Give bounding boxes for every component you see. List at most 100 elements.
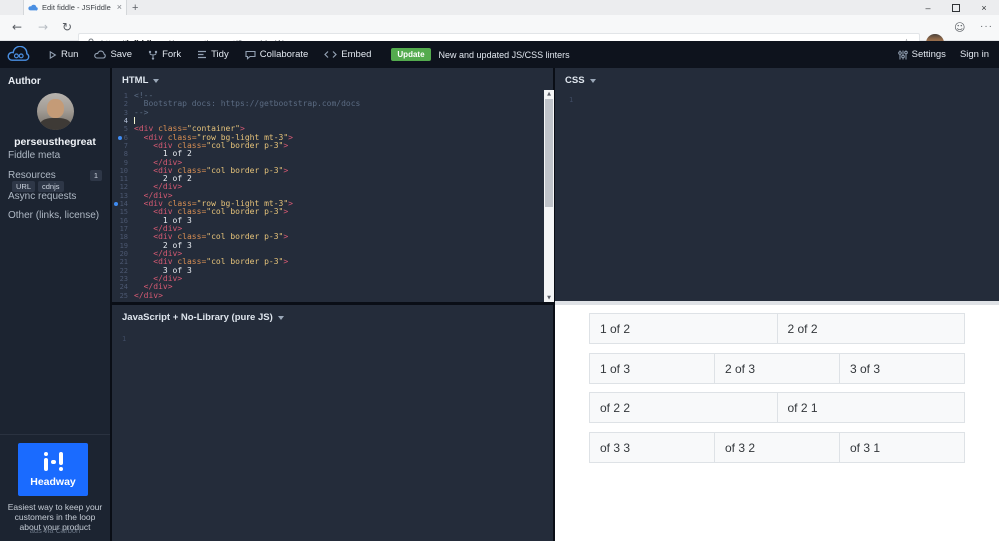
tab-title: Edit fiddle - JSFiddle — [42, 3, 111, 12]
line-number: 24 — [119, 283, 128, 292]
html-panel-label: HTML — [122, 75, 149, 86]
tidy-button[interactable]: Tidy — [197, 49, 229, 60]
forward-button-icon[interactable]: → — [38, 20, 48, 34]
sidebar-item-other[interactable]: Other (links, license) — [0, 210, 110, 221]
result-grid: 1 of 22 of 2 1 of 32 of 33 of 3 of 2 2 of 2… — [589, 313, 965, 471]
line-number: 1 — [123, 92, 128, 100]
line-number: 3 — [123, 108, 128, 117]
embed-button[interactable]: Embed — [324, 49, 371, 60]
code-line: 2 Bootstrap docs: https://getbootstrap.c… — [112, 100, 543, 109]
line-number: 18 — [119, 233, 128, 242]
collaborate-button[interactable]: Collaborate — [245, 49, 308, 60]
line-number: 11 — [119, 175, 128, 184]
html-panel-dropdown-icon[interactable] — [153, 79, 160, 83]
author-avatar[interactable] — [36, 93, 74, 130]
feedback-smiley-icon[interactable]: ☺ — [954, 21, 965, 34]
js-panel-dropdown-icon[interactable] — [277, 316, 284, 320]
update-badge[interactable]: Update — [391, 48, 431, 61]
grid-cell: of 2 1 — [776, 392, 965, 423]
line-number: 14 — [112, 200, 134, 208]
grid-cell: 3 of 3 — [839, 352, 965, 384]
line-number: 20 — [119, 249, 128, 258]
html-editor-panel[interactable]: HTML 1 <!-- 2 Bootstrap docs: https://getb… — [112, 68, 553, 302]
fork-button[interactable]: Fork — [148, 49, 181, 60]
sign-in-button[interactable]: Sign in — [960, 49, 989, 60]
line-number: 16 — [119, 216, 128, 225]
browser-menu-dots-icon[interactable]: ··· — [980, 21, 993, 32]
ad-carbon-note[interactable]: ads via Carbon — [0, 526, 110, 535]
html-editor-scrollbar[interactable]: ▲ ▼ — [544, 90, 554, 302]
result-splitter-handle[interactable] — [555, 301, 999, 305]
line-number: 21 — [119, 258, 128, 267]
browser-tab[interactable]: Edit fiddle - JSFiddle × — [23, 0, 127, 15]
line-number: 23 — [119, 274, 128, 283]
jsfiddle-logo-icon[interactable] — [6, 45, 32, 64]
line-number: 5 — [123, 125, 128, 134]
code-line: 24 </div> — [112, 283, 543, 292]
close-window-button[interactable]: × — [977, 3, 991, 13]
tab-close-icon[interactable]: × — [117, 3, 122, 12]
line-number: 13 — [119, 191, 128, 200]
line-number: 22 — [119, 266, 128, 275]
grid-cell: of 3 3 — [589, 431, 715, 463]
sidebar-divider — [0, 434, 110, 435]
sidebar-item-async-requests[interactable]: Async requests — [0, 191, 110, 202]
settings-sliders-icon — [897, 50, 908, 59]
result-row: 1 of 22 of 2 — [589, 313, 965, 344]
js-editor-panel[interactable]: JavaScript + No-Library (pure JS) 1 — [112, 305, 553, 541]
line-marker-dot-icon — [117, 135, 122, 140]
embed-code-icon — [324, 51, 338, 58]
code-line: 25 </div> — [112, 291, 543, 300]
js-line-number: 1 — [122, 335, 127, 343]
refresh-button-icon[interactable]: ↻ — [62, 20, 72, 34]
line-number: 15 — [119, 208, 128, 217]
tidy-lines-icon — [198, 50, 207, 59]
line-number: 10 — [119, 166, 128, 175]
update-news-text[interactable]: New and updated JS/CSS linters — [439, 50, 570, 60]
save-button[interactable]: Save — [94, 49, 132, 60]
new-tab-button[interactable]: + — [132, 2, 138, 14]
grid-cell: 1 of 2 — [589, 313, 778, 344]
jsfiddle-toolbar: Run Save Fork Tidy Collaborate Embed Upd… — [0, 41, 999, 68]
back-button-icon[interactable]: ← — [12, 20, 22, 34]
css-line-number: 1 — [569, 96, 574, 104]
grid-cell: 2 of 3 — [714, 352, 840, 384]
result-row: 1 of 32 of 33 of 3 — [589, 352, 965, 384]
scroll-up-arrow-icon[interactable]: ▲ — [544, 90, 554, 98]
result-row: of 2 2 of 2 1 — [589, 392, 965, 423]
headway-ad[interactable]: Headway — [18, 443, 88, 496]
css-panel-label: CSS — [565, 75, 585, 86]
minimize-button[interactable]: – — [921, 3, 935, 13]
js-panel-label: JavaScript + No-Library (pure JS) — [122, 312, 273, 323]
author-heading: Author — [8, 76, 41, 87]
browser-titlebar: Edit fiddle - JSFiddle × + – × — [0, 0, 999, 15]
jsfiddle-favicon-cloud-icon — [28, 4, 38, 11]
grid-cell: of 3 1 — [839, 431, 965, 463]
run-play-icon — [49, 50, 57, 59]
sidebar-item-fiddle-meta[interactable]: Fiddle meta — [0, 150, 110, 161]
maximize-button[interactable] — [952, 3, 960, 12]
settings-button[interactable]: Settings — [897, 49, 946, 60]
line-number: 17 — [119, 225, 128, 233]
headway-logo-icon — [43, 452, 63, 472]
line-number: 19 — [119, 241, 128, 250]
line-number: 7 — [123, 141, 128, 150]
scrollbar-thumb[interactable] — [545, 99, 553, 207]
line-number: 2 — [123, 100, 128, 109]
line-number: 4 — [123, 116, 128, 125]
result-row: of 3 3 of 3 2 of 3 1 — [589, 431, 965, 463]
grid-cell: of 3 2 — [714, 431, 840, 463]
sidebar-item-resources[interactable]: Resources URL cdnjs 1 — [0, 170, 110, 192]
save-cloud-icon — [94, 50, 107, 59]
line-number: 25 — [119, 291, 128, 300]
result-panel: 1 of 22 of 2 1 of 32 of 33 of 3 of 2 2 of 2… — [555, 301, 999, 541]
scroll-down-arrow-icon[interactable]: ▼ — [544, 294, 554, 302]
line-number: 6 — [112, 134, 134, 142]
line-number: 12 — [119, 183, 128, 192]
css-editor-panel[interactable]: CSS 1 — [555, 68, 999, 301]
html-code-lines[interactable]: 1 <!-- 2 Bootstrap docs: https://getbootst… — [112, 92, 543, 302]
author-username[interactable]: perseusthegreat — [0, 136, 110, 148]
run-button[interactable]: Run — [48, 49, 78, 60]
css-panel-dropdown-icon[interactable] — [589, 79, 596, 83]
resource-count-badge: 1 — [89, 170, 102, 181]
